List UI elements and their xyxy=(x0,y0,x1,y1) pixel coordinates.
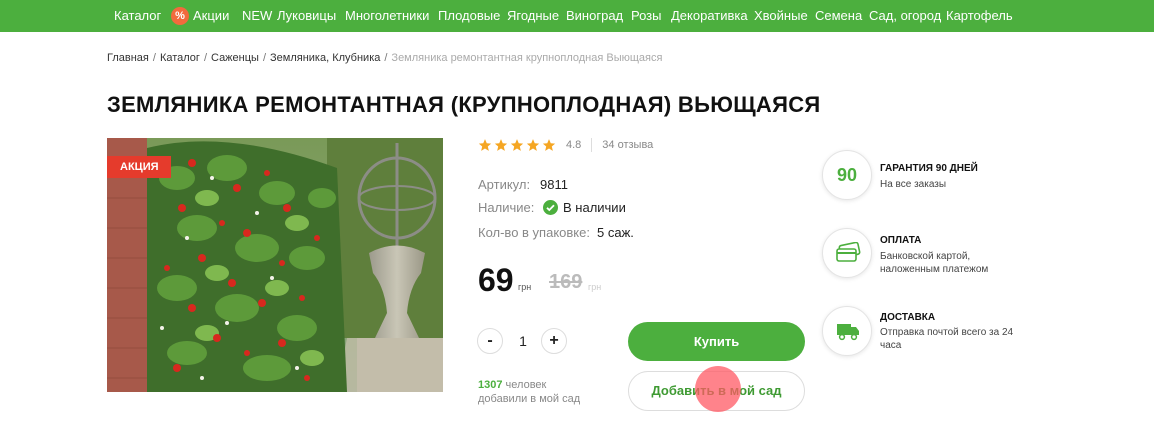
guarantee-title: ГАРАНТИЯ 90 ДНЕЙ xyxy=(880,163,978,174)
nav-item-fruit[interactable]: Плодовые xyxy=(438,0,500,32)
breadcrumb-current: Земляника ремонтантная крупноплодная Выю… xyxy=(391,52,663,64)
star-icon xyxy=(494,139,508,151)
nav-item-berries[interactable]: Ягодные xyxy=(507,0,559,32)
nav-item-decorative[interactable]: Декоративка xyxy=(671,0,748,32)
delivery-text: Отправка почтой всего за 24 часа xyxy=(880,326,1013,352)
breadcrumb-strawberry[interactable]: Земляника, Клубника xyxy=(270,52,380,64)
check-icon xyxy=(543,200,558,215)
nav-item-perennials[interactable]: Многолетники xyxy=(345,0,429,32)
nav-item-grapes[interactable]: Виноград xyxy=(566,0,623,32)
add-to-garden-button[interactable]: Добавить в мой сад xyxy=(628,371,805,411)
breadcrumb-catalog[interactable]: Каталог xyxy=(160,52,200,64)
card-icon xyxy=(836,242,861,262)
pack-label: Кол-во в упаковке: xyxy=(478,225,590,240)
payment-badge xyxy=(822,228,872,278)
payment-title: ОПЛАТА xyxy=(880,235,922,246)
guarantee-line-1: На все заказы xyxy=(880,179,947,190)
price-current: 69 xyxy=(478,262,514,298)
main-nav: Каталог % Акции NEW Луковицы Многолетник… xyxy=(0,0,1154,32)
delivery-line-1: Отправка почтой всего за 24 xyxy=(880,327,1014,338)
payment-line-2: наложенным платежом xyxy=(880,264,989,275)
breadcrumb-seedlings[interactable]: Саженцы xyxy=(211,52,259,64)
rating: 4.8 34 отзыва xyxy=(478,136,653,154)
guarantee-badge: 90 xyxy=(822,150,872,200)
quantity-minus-button[interactable]: - xyxy=(477,328,503,354)
nav-item-catalog[interactable]: Каталог xyxy=(114,0,161,32)
payment-text: Банковской картой, наложенным платежом xyxy=(880,250,988,276)
in-garden-count: 1307 xyxy=(478,379,503,391)
nav-item-roses[interactable]: Розы xyxy=(631,0,662,32)
spec-pack: Кол-во в упаковке: 5 саж. xyxy=(478,225,634,240)
sale-badge: АКЦИЯ xyxy=(107,156,171,178)
nav-item-promotions[interactable]: Акции xyxy=(193,0,229,32)
delivery-badge xyxy=(822,306,872,356)
nav-item-new[interactable]: NEW xyxy=(242,0,272,32)
product-image[interactable]: АКЦИЯ xyxy=(107,138,443,392)
nav-item-potatoes[interactable]: Картофель xyxy=(946,0,1013,32)
quantity-value[interactable]: 1 xyxy=(517,333,529,349)
delivery-title: ДОСТАВКА xyxy=(880,312,936,323)
nav-item-bulbs[interactable]: Луковицы xyxy=(277,0,336,32)
star-icon xyxy=(542,139,556,151)
article-label: Артикул: xyxy=(478,177,531,192)
price-old-currency: грн xyxy=(588,282,602,292)
nav-item-conifers[interactable]: Хвойные xyxy=(754,0,808,32)
rating-value: 4.8 xyxy=(566,139,582,151)
star-icon xyxy=(510,139,524,151)
guarantee-text: На все заказы xyxy=(880,178,946,191)
price-currency: грн xyxy=(518,282,532,292)
price-old: 169 xyxy=(549,271,583,293)
guarantee-number: 90 xyxy=(836,165,858,185)
spec-availability: Наличие: В наличии xyxy=(478,200,626,215)
quantity-plus-button[interactable]: + xyxy=(541,328,567,354)
payment-line-1: Банковской картой, xyxy=(880,251,971,262)
reviews-link[interactable]: 34 отзыва xyxy=(602,139,653,151)
page-title: ЗЕМЛЯНИКА РЕМОНТАНТНАЯ (КРУПНОПЛОДНАЯ) В… xyxy=(107,92,821,117)
in-garden-text: добавили в мой сад xyxy=(478,393,581,405)
article-value: 9811 xyxy=(540,177,568,192)
delivery-line-2: часа xyxy=(880,340,902,351)
spec-article: Артикул: 9811 xyxy=(478,177,568,192)
in-garden-suffix: человек xyxy=(505,379,547,391)
availability-value: В наличии xyxy=(563,200,626,215)
percent-icon: % xyxy=(171,7,189,25)
nav-item-seeds[interactable]: Семена xyxy=(815,0,862,32)
pack-value: 5 саж. xyxy=(597,225,634,240)
buy-button[interactable]: Купить xyxy=(628,322,805,361)
breadcrumb-home[interactable]: Главная xyxy=(107,52,149,64)
in-garden-counter: 1307 человек добавили в мой сад xyxy=(478,378,580,406)
star-icon xyxy=(478,139,492,151)
truck-icon xyxy=(837,324,859,341)
breadcrumb: Главная / Каталог / Саженцы / Земляника, Клубн… xyxy=(107,52,663,64)
availability-label: Наличие: xyxy=(478,200,535,215)
star-icon xyxy=(526,139,540,151)
nav-item-garden[interactable]: Сад, огород xyxy=(869,0,941,32)
rating-divider xyxy=(591,138,593,152)
